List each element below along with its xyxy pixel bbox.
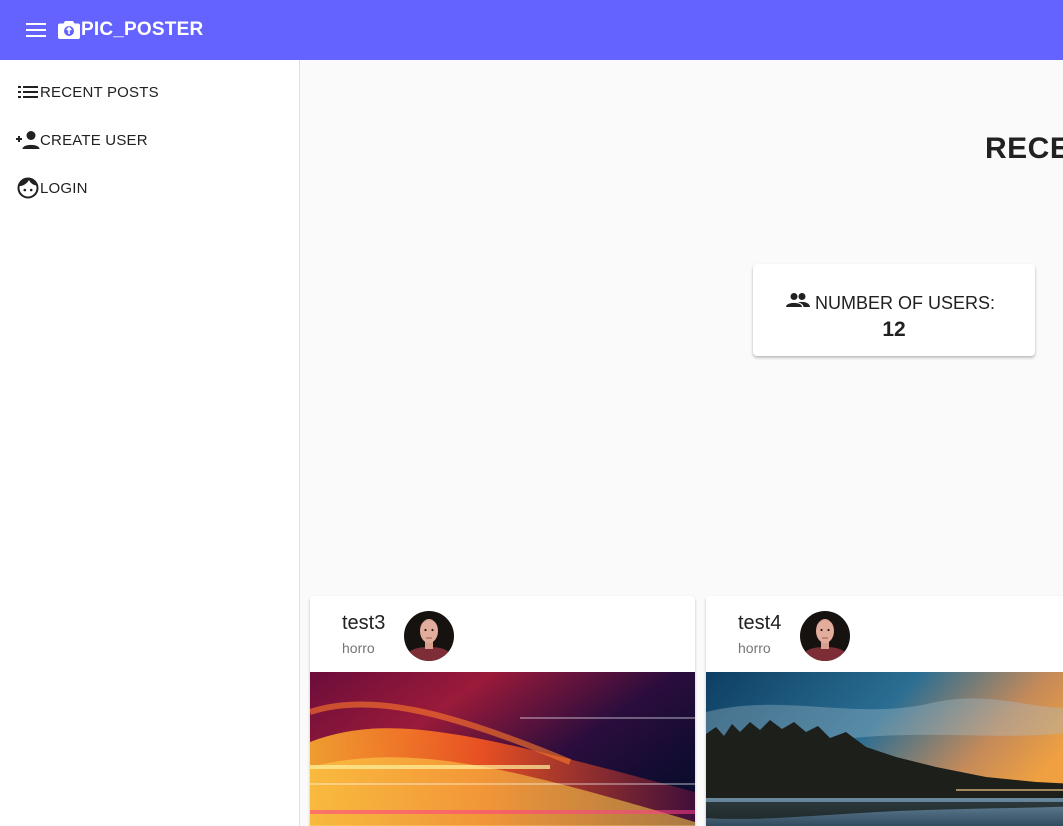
post-username: test3	[342, 612, 386, 634]
users-count-value: 12	[882, 318, 906, 341]
list-icon	[16, 80, 40, 104]
sidebar: RECENT POSTS CREATE USER LOGIN	[0, 60, 300, 826]
sidebar-item-login[interactable]: LOGIN	[16, 174, 88, 202]
users-count-label: NUMBER OF USERS:	[815, 293, 996, 313]
post-category: horro	[342, 640, 375, 656]
stat-header: NUMBER OF USERS:	[786, 285, 995, 314]
users-count-card: NUMBER OF USERS: 12	[753, 264, 1035, 356]
post-card[interactable]: test4 horro	[706, 596, 1063, 826]
post-image[interactable]	[706, 672, 1063, 826]
brand[interactable]: PIC_POSTER	[58, 19, 203, 41]
app-title: PIC_POSTER	[81, 19, 204, 40]
sidebar-item-recent-posts[interactable]: RECENT POSTS	[16, 78, 159, 106]
page-title: RECE	[985, 132, 1063, 165]
post-card[interactable]: test3 horro	[310, 596, 695, 826]
post-username: test4	[738, 612, 782, 634]
main-content: RECE NUMBER OF USERS: 12 test3 horro tes…	[300, 60, 1063, 826]
post-image[interactable]	[310, 672, 695, 826]
face-icon	[16, 176, 40, 200]
sidebar-item-create-user[interactable]: CREATE USER	[16, 126, 148, 154]
people-icon	[786, 292, 810, 308]
sidebar-item-label: LOGIN	[40, 179, 88, 197]
avatar[interactable]	[800, 611, 850, 661]
avatar[interactable]	[404, 611, 454, 661]
sidebar-item-label: RECENT POSTS	[40, 83, 159, 101]
person-add-icon	[16, 128, 40, 152]
sidebar-item-label: CREATE USER	[40, 131, 148, 149]
post-category: horro	[738, 640, 771, 656]
camera-icon	[58, 19, 80, 41]
menu-icon	[26, 22, 46, 38]
menu-button[interactable]	[24, 18, 48, 42]
app-bar: PIC_POSTER	[0, 0, 1063, 60]
